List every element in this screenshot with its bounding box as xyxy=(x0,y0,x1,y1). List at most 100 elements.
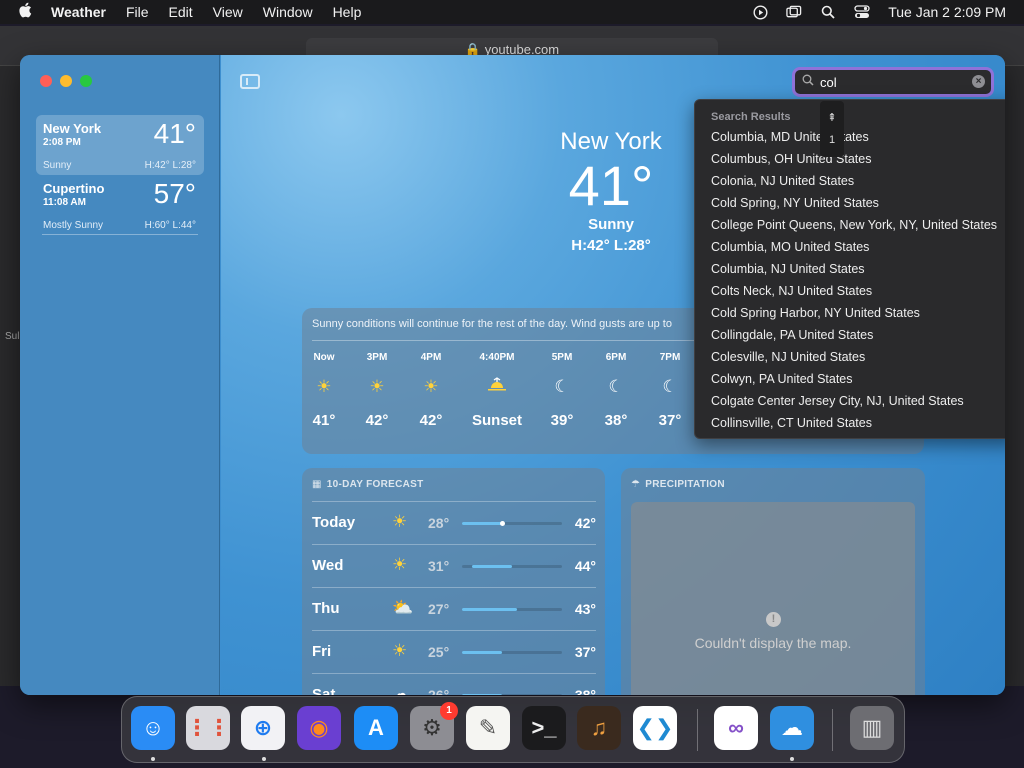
notification-badge: 1 xyxy=(440,702,458,720)
dock: ☺ ⋮⋮ ⊕ ◉ A ⚙ 1 ✎ >_ ♫ ❮❯ ∞ ☁ ▥ xyxy=(121,696,905,763)
menu-window[interactable]: Window xyxy=(263,4,313,20)
hourly-summary: Sunny conditions will continue for the r… xyxy=(312,318,672,330)
menu-app-name[interactable]: Weather xyxy=(51,4,106,20)
sun-icon: ☀ xyxy=(392,641,408,660)
temp-range-bar xyxy=(462,608,562,611)
location-card-cupertino[interactable]: Cupertino 11:08 AM 57° Mostly Sunny H:60… xyxy=(36,175,204,235)
textedit-icon[interactable]: ✎ xyxy=(466,706,510,750)
moon-icon: ☾ xyxy=(554,377,570,396)
search-result-item[interactable]: Colesville, NJ United States xyxy=(711,350,865,364)
sunset-icon xyxy=(470,377,524,399)
running-indicator xyxy=(262,757,266,761)
terminal-icon[interactable]: >_ xyxy=(522,706,566,750)
search-result-item[interactable]: Cold Spring, NY United States xyxy=(711,196,879,210)
close-window-button[interactable] xyxy=(40,75,52,87)
forecast-low: 28° xyxy=(428,515,450,531)
forecast-high: 43° xyxy=(574,601,596,617)
play-circle-icon[interactable] xyxy=(752,4,768,20)
search-result-item[interactable]: Colonia, NJ United States xyxy=(711,174,854,188)
apple-menu-icon[interactable] xyxy=(18,2,34,22)
current-temp: 41° xyxy=(568,154,654,217)
hour-column: 4:40PM Sunset xyxy=(470,352,524,429)
sun-icon: ☀ xyxy=(392,512,408,531)
search-result-item[interactable]: Columbia, MD United States xyxy=(711,130,869,144)
dock-separator xyxy=(832,709,833,751)
forecast-low: 31° xyxy=(428,558,450,574)
trash-icon[interactable]: ▥ xyxy=(850,706,894,750)
location-temp: 57° xyxy=(153,178,196,209)
location-condition: Mostly Sunny xyxy=(43,220,104,231)
hour-temp: 38° xyxy=(604,412,628,429)
launchpad-icon[interactable]: ⋮⋮ xyxy=(186,706,230,750)
precipitation-panel[interactable]: ☂ PRECIPITATION ! Couldn't display the ma… xyxy=(621,468,925,695)
forecast-low: 27° xyxy=(428,601,450,617)
hour-temp: 41° xyxy=(312,412,336,429)
forecast-day: Wed xyxy=(312,557,344,574)
cloud-icon: ☁ xyxy=(392,684,409,695)
hour-label: 5PM xyxy=(551,352,573,363)
search-result-item[interactable]: Colts Neck, NJ United States xyxy=(711,284,872,298)
location-temp: 41° xyxy=(153,118,196,149)
clear-search-icon[interactable]: × xyxy=(972,75,985,88)
firefox-icon[interactable]: ◉ xyxy=(297,706,341,750)
search-result-item[interactable]: Cold Spring Harbor, NY United States xyxy=(711,306,920,320)
calendar-icon: ▦ xyxy=(312,479,322,490)
minimize-window-button[interactable] xyxy=(60,75,72,87)
forecast-high: 37° xyxy=(574,644,596,660)
forecast-row: Thu ⛅ 27° 43° xyxy=(312,587,596,630)
finder-icon[interactable]: ☺ xyxy=(131,706,175,750)
window-controls xyxy=(40,75,92,87)
search-field[interactable]: × xyxy=(792,67,994,97)
menu-clock[interactable]: Tue Jan 2 2:09 PM xyxy=(888,4,1006,20)
dock-separator xyxy=(697,709,698,751)
search-result-item[interactable]: Colwyn, PA United States xyxy=(711,372,853,386)
safari-icon[interactable]: ⊕ xyxy=(241,706,285,750)
garageband-icon[interactable]: ♫ xyxy=(577,706,621,750)
menu-help[interactable]: Help xyxy=(333,4,362,20)
visual-studio-icon[interactable]: ∞ xyxy=(714,706,758,750)
search-result-item[interactable]: College Point Queens, New York, NY, Unit… xyxy=(711,218,997,232)
forecast-row: Fri ☀ 25° 37° xyxy=(312,630,596,673)
hour-column: 4PM ☀ 42° xyxy=(404,352,458,429)
hour-column: Now ☀ 41° xyxy=(302,352,351,429)
forecast-high: 44° xyxy=(574,558,596,574)
search-result-item[interactable]: Collingdale, PA United States xyxy=(711,328,873,342)
forecast-row: Sat ☁ 26° 38° xyxy=(312,673,596,695)
vscode-icon[interactable]: ❮❯ xyxy=(633,706,677,750)
menu-file[interactable]: File xyxy=(126,4,149,20)
search-input[interactable] xyxy=(820,73,970,91)
forecast-day: Thu xyxy=(312,600,340,617)
search-icon[interactable] xyxy=(820,4,836,20)
search-result-item[interactable]: Columbia, MO United States xyxy=(711,240,869,254)
forecast-row: Today ☀ 28° 42° xyxy=(312,501,596,544)
search-result-item[interactable]: Columbia, NJ United States xyxy=(711,262,865,276)
screen-mirroring-icon[interactable] xyxy=(786,4,802,20)
forecast-title-text: 10-DAY FORECAST xyxy=(326,479,424,490)
search-result-item[interactable]: Colgate Center Jersey City, NJ, United S… xyxy=(711,394,964,408)
precipitation-map[interactable]: ! Couldn't display the map. xyxy=(631,502,915,695)
system-settings-icon[interactable]: ⚙ 1 xyxy=(410,702,458,750)
location-card-new-york[interactable]: New York 2:08 PM 41° Sunny H:42° L:28° xyxy=(36,115,204,175)
search-result-item[interactable]: Columbus, OH United States xyxy=(711,152,872,166)
forecast-day: Fri xyxy=(312,643,332,660)
menu-view[interactable]: View xyxy=(213,4,243,20)
menu-bar: Weather File Edit View Window Help Tue J… xyxy=(0,0,1024,24)
weather-icon[interactable]: ☁ xyxy=(770,706,814,750)
forecast-high: 38° xyxy=(574,687,596,695)
search-result-item[interactable]: Collinsville, CT United States xyxy=(711,416,872,430)
hour-temp: 39° xyxy=(550,412,574,429)
weather-window: New York 2:08 PM 41° Sunny H:42° L:28° C… xyxy=(20,55,1005,695)
menu-edit[interactable]: Edit xyxy=(169,4,193,20)
fullscreen-window-button[interactable] xyxy=(80,75,92,87)
app-store-icon[interactable]: A xyxy=(354,706,398,750)
ten-day-forecast-panel[interactable]: ▦ 10-DAY FORECAST Today ☀ 28° 42° Wed ☀ 31° 44° T… xyxy=(302,468,605,695)
sidebar-toggle-button[interactable] xyxy=(240,74,260,89)
running-indicator xyxy=(151,757,155,761)
current-conditions: New York 41° Sunny H:42° L:28° xyxy=(511,128,711,254)
hour-label: Now xyxy=(313,352,335,363)
control-center-icon[interactable] xyxy=(854,4,870,20)
location-condition: Sunny xyxy=(43,160,72,171)
forecast-low: 25° xyxy=(428,644,450,660)
hour-column: 7PM ☾ 37° xyxy=(643,352,697,429)
sun-icon: ☀ xyxy=(423,377,439,396)
